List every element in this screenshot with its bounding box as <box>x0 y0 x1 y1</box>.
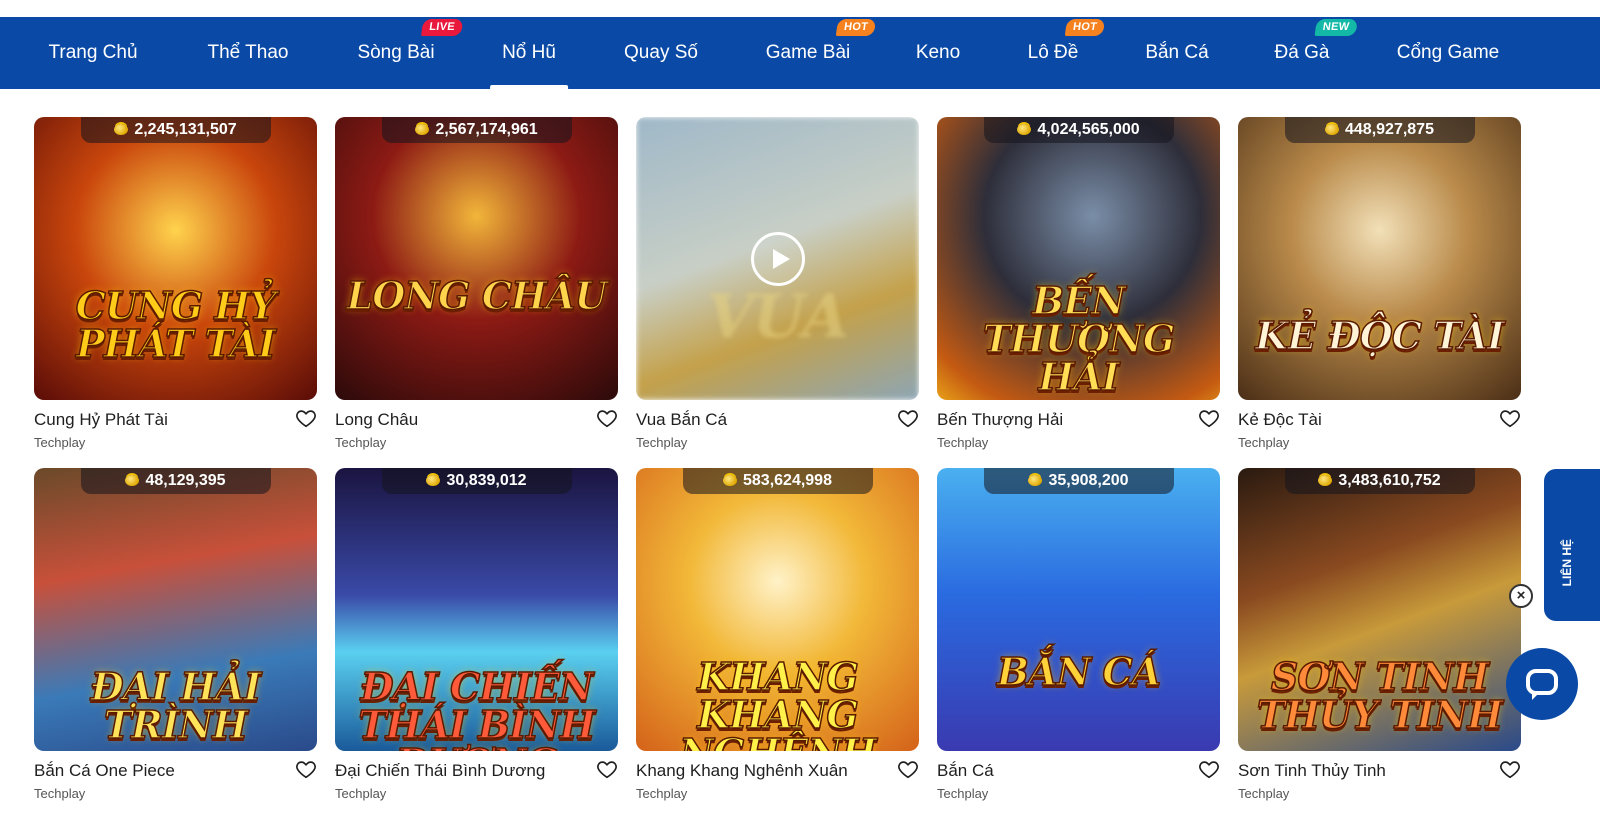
game-name[interactable]: Bắn Cá One Piece <box>34 761 175 781</box>
coin-icon <box>426 475 441 486</box>
coin-icon <box>1325 124 1339 135</box>
jackpot-badge: 30,839,012 <box>381 468 572 494</box>
game-name[interactable]: Vua Bắn Cá <box>636 410 727 430</box>
game-name[interactable]: Khang Khang Nghênh Xuân <box>636 761 848 781</box>
jackpot-value: 2,567,174,961 <box>435 121 538 138</box>
game-name[interactable]: Cung Hỷ Phát Tài <box>34 410 168 430</box>
game-art-title: SƠN TINH THỦY TINH <box>1256 654 1504 737</box>
heart-icon[interactable] <box>1198 407 1220 429</box>
game-provider: Techplay <box>1238 435 1290 450</box>
heart-icon[interactable] <box>596 758 618 780</box>
game-art-title: KHANG KHANG NGHÊNH XUÂN <box>678 654 877 751</box>
game-thumbnail[interactable]: BẮN CÁ 35,908,200 <box>937 468 1220 751</box>
coin-icon <box>723 475 737 486</box>
game-art-title: CUNG HỶ PHÁT TÀI <box>75 283 277 366</box>
game-thumbnail[interactable]: KHANG KHANG NGHÊNH XUÂN 583,624,998 <box>636 468 919 751</box>
game-name[interactable]: Bắn Cá <box>937 761 994 781</box>
heart-icon[interactable] <box>897 758 919 780</box>
game-art-title: VUA <box>707 282 849 352</box>
game-thumbnail[interactable]: ĐẠI CHIẾN THÁI BÌNH DƯƠNG 30,839,012 <box>335 468 618 751</box>
jackpot-value: 583,624,998 <box>743 472 832 489</box>
heart-icon[interactable] <box>1499 407 1521 429</box>
jackpot-badge: 583,624,998 <box>682 468 873 494</box>
game-name[interactable]: Kẻ Độc Tài <box>1238 410 1322 430</box>
nav-badge-hot: HOT <box>1064 19 1106 36</box>
game-provider: Techplay <box>937 435 989 450</box>
jackpot-badge: 4,024,565,000 <box>983 117 1174 143</box>
nav-badge-live: LIVE <box>420 19 464 36</box>
game-art <box>335 117 618 400</box>
nav-trang-chu[interactable]: Trang Chủ <box>48 17 137 89</box>
jackpot-badge: 2,567,174,961 <box>381 117 572 143</box>
game-name[interactable]: Đại Chiến Thái Bình Dương <box>335 761 545 781</box>
jackpot-badge: 448,927,875 <box>1284 117 1475 143</box>
nav-cong-game[interactable]: Cổng Game <box>1397 17 1499 89</box>
top-strip <box>0 0 1600 17</box>
contact-tab[interactable]: LIÊN HỆ <box>1544 469 1600 621</box>
nav-badge-hot: HOT <box>835 19 877 36</box>
game-provider: Techplay <box>335 786 387 801</box>
game-thumbnail[interactable]: LONG CHÂU 2,567,174,961 <box>335 117 618 400</box>
jackpot-value: 2,245,131,507 <box>134 121 237 138</box>
jackpot-badge: 2,245,131,507 <box>80 117 271 143</box>
nav-keno[interactable]: Keno <box>916 17 960 89</box>
game-name[interactable]: Long Châu <box>335 410 418 430</box>
game-art-title: BẾN THƯỢNG HẢI <box>982 278 1176 399</box>
coin-icon <box>1017 124 1032 135</box>
chat-button[interactable] <box>1506 648 1578 720</box>
heart-icon[interactable] <box>295 758 317 780</box>
heart-icon[interactable] <box>596 407 618 429</box>
coin-icon <box>415 124 430 135</box>
main-nav: Trang Chủ Thể Thao Sòng Bài Nổ Hũ Quay S… <box>0 17 1600 89</box>
jackpot-badge: 3,483,610,752 <box>1284 468 1475 494</box>
game-provider: Techplay <box>335 435 387 450</box>
jackpot-value: 3,483,610,752 <box>1338 472 1441 489</box>
play-icon[interactable] <box>750 231 805 286</box>
game-art-title: KẺ ĐỘC TÀI <box>1255 313 1506 358</box>
heart-icon[interactable] <box>1499 758 1521 780</box>
jackpot-value: 448,927,875 <box>1345 121 1434 138</box>
jackpot-badge: 35,908,200 <box>983 468 1174 494</box>
nav-ban-ca[interactable]: Bắn Cá <box>1145 17 1208 89</box>
game-thumbnail[interactable]: SƠN TINH THỦY TINH 3,483,610,752 <box>1238 468 1521 751</box>
jackpot-value: 30,839,012 <box>446 472 527 489</box>
game-art-title: BẮN CÁ <box>996 649 1162 694</box>
game-thumbnail[interactable]: BẾN THƯỢNG HẢI 4,024,565,000 <box>937 117 1220 400</box>
game-provider: Techplay <box>1238 786 1290 801</box>
game-thumbnail[interactable]: VUA <box>636 117 919 400</box>
game-provider: Techplay <box>636 435 688 450</box>
game-name[interactable]: Bến Thượng Hải <box>937 410 1063 430</box>
jackpot-value: 35,908,200 <box>1048 472 1129 489</box>
game-art-title: LONG CHÂU <box>346 273 609 318</box>
nav-the-thao[interactable]: Thể Thao <box>208 17 289 89</box>
game-name[interactable]: Sơn Tinh Thủy Tinh <box>1238 761 1386 781</box>
game-provider: Techplay <box>34 786 86 801</box>
game-thumbnail[interactable]: ĐẠI HẢI TRÌNH 48,129,395 <box>34 468 317 751</box>
jackpot-value: 48,129,395 <box>145 472 226 489</box>
close-icon[interactable]: × <box>1509 584 1533 608</box>
chat-icon <box>1526 669 1558 700</box>
nav-badge-new: NEW <box>1314 19 1358 36</box>
game-art-title: ĐẠI CHIẾN THÁI BÌNH DƯƠNG <box>358 664 597 751</box>
game-art-title: ĐẠI HẢI TRÌNH <box>90 664 262 747</box>
coin-icon <box>1318 475 1333 486</box>
game-art <box>937 468 1220 751</box>
coin-icon <box>114 124 129 135</box>
game-thumbnail[interactable]: KẺ ĐỘC TÀI 448,927,875 <box>1238 117 1521 400</box>
heart-icon[interactable] <box>295 407 317 429</box>
heart-icon[interactable] <box>897 407 919 429</box>
jackpot-value: 4,024,565,000 <box>1037 121 1140 138</box>
game-thumbnail[interactable]: CUNG HỶ PHÁT TÀI 2,245,131,507 <box>34 117 317 400</box>
coin-icon <box>1028 475 1043 486</box>
coin-icon <box>125 475 140 486</box>
nav-quay-so[interactable]: Quay Số <box>624 17 698 89</box>
contact-label: LIÊN HỆ <box>1560 539 1574 587</box>
heart-icon[interactable] <box>1198 758 1220 780</box>
game-provider: Techplay <box>34 435 86 450</box>
nav-no-hu[interactable]: Nổ Hũ <box>490 17 568 89</box>
game-provider: Techplay <box>636 786 688 801</box>
game-provider: Techplay <box>937 786 989 801</box>
jackpot-badge: 48,129,395 <box>80 468 271 494</box>
